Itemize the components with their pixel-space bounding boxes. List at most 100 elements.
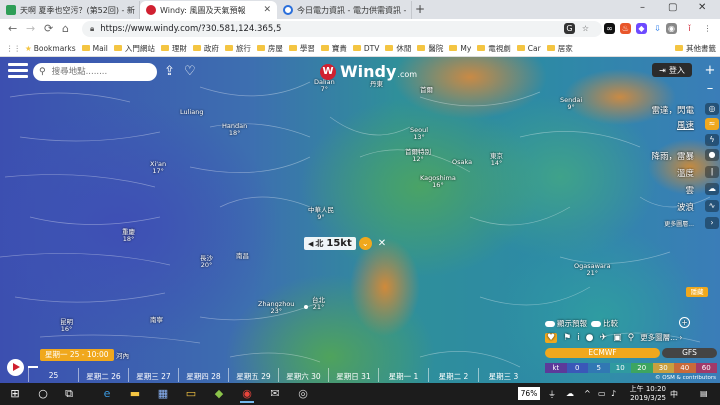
bookmark-folder[interactable]: 入門網站 <box>113 43 155 54</box>
close-tab-icon[interactable]: ✕ <box>406 5 411 15</box>
zoom-in-icon[interactable]: + <box>704 64 716 77</box>
battery-indicator[interactable]: 76% <box>518 387 540 400</box>
chevron-up-icon[interactable]: ^ <box>584 389 591 398</box>
download-icon[interactable]: ⇩ <box>652 23 663 34</box>
url-bar[interactable]: 🔒︎ https://www.windy.com/?30.581,124.365… <box>82 21 602 37</box>
extension-shield-icon[interactable]: ◆ <box>636 23 647 34</box>
city-label[interactable]: Handan 18° <box>222 123 247 137</box>
info-icon[interactable]: ⅰ <box>577 333 580 343</box>
city-label[interactable]: 中華人民 9° <box>308 207 334 221</box>
close-tab-icon[interactable]: ✕ <box>259 5 271 15</box>
bookmark-folder[interactable]: 學習 <box>288 43 315 54</box>
timeline-day[interactable]: 星期一 1 <box>378 368 428 382</box>
city-label[interactable]: Seoul 13° <box>410 127 428 141</box>
login-button[interactable]: ⇥ 登入 <box>652 63 692 77</box>
timeline-day[interactable]: 星期六 30 <box>278 368 328 382</box>
city-label[interactable]: Ogasawara 21° <box>574 263 611 277</box>
profile-icon[interactable]: ǐ <box>684 23 695 34</box>
plane-icon[interactable]: ✈ <box>600 333 608 343</box>
waves-icon[interactable]: ∿ <box>705 200 719 212</box>
more-layers-icon[interactable]: › <box>705 217 719 229</box>
timeline-day[interactable]: 星期二 26 <box>78 368 128 382</box>
zoom-plus-circle-icon[interactable]: + <box>679 317 690 328</box>
back-icon[interactable]: ← <box>8 22 17 35</box>
timeline[interactable]: 25 星期二 26 星期三 27 星期四 28 星期五 29 星期六 30 星期… <box>28 368 528 382</box>
city-label[interactable]: Dalian 7° <box>314 79 335 93</box>
edge-browser-icon[interactable]: e <box>100 387 114 401</box>
other-bookmarks-folder[interactable]: 其他書籤 <box>675 43 716 54</box>
windy-logo[interactable]: W Windy .com <box>320 62 417 81</box>
layer-temperature[interactable]: 溫度 <box>677 167 694 179</box>
bookmark-folder[interactable]: 理財 <box>160 43 187 54</box>
tab-windy[interactable]: Windy: 風圖及天氣預報 ✕ <box>140 1 277 19</box>
notification-icon[interactable]: ▤ <box>700 389 708 398</box>
city-label[interactable]: Osaka <box>452 159 472 166</box>
show-forecast-toggle[interactable]: 顯示預報 <box>545 318 587 329</box>
search-input[interactable] <box>49 66 150 78</box>
city-label[interactable]: 台北 21° <box>312 297 325 311</box>
city-label[interactable]: 河內 <box>116 353 129 360</box>
favorite-heart-icon[interactable]: ♡ <box>184 64 196 79</box>
language-indicator[interactable]: 中 <box>670 389 678 400</box>
lightning-icon[interactable]: ϟ <box>705 134 719 146</box>
city-label[interactable]: Sendai 9° <box>560 97 582 111</box>
city-label[interactable]: 長沙 20° <box>200 255 213 269</box>
compare-toggle[interactable]: 比較 <box>591 318 618 329</box>
timeline-day[interactable]: 星期日 31 <box>328 368 378 382</box>
onedrive-icon[interactable]: ☁ <box>566 389 574 398</box>
volume-icon[interactable]: ♪ <box>611 389 616 398</box>
search-icon[interactable]: ○ <box>36 387 50 401</box>
forward-icon[interactable]: → <box>26 22 35 35</box>
time-badge[interactable]: 星期一 25 - 10:00 <box>40 349 114 361</box>
zoom-out-icon[interactable]: – <box>704 82 716 95</box>
layer-radar[interactable]: 雷達，閃電 <box>651 104 694 116</box>
play-icon[interactable] <box>7 359 24 376</box>
city-label[interactable]: 昆明 16° <box>60 319 73 333</box>
bookmark-folder[interactable]: 房屋 <box>256 43 283 54</box>
extension-glasses-icon[interactable]: ∞ <box>604 23 615 34</box>
bookmark-folder[interactable]: 醫院 <box>417 43 443 54</box>
city-label[interactable]: 丹東 <box>370 81 383 88</box>
menu-dots-icon[interactable]: ⋮ <box>702 23 713 34</box>
camera-icon[interactable]: ▣ <box>613 333 622 343</box>
chevron-right-icon[interactable]: › <box>679 333 682 342</box>
city-label[interactable]: 首爾特別 12° <box>405 149 431 163</box>
bookmark-folder[interactable]: 寶貴 <box>320 43 347 54</box>
chrome-icon[interactable]: ◉ <box>240 387 254 403</box>
menu-hamburger-icon[interactable] <box>8 63 28 79</box>
heart-icon[interactable]: ♥ <box>545 332 558 343</box>
wind-readout[interactable]: ◀ 北 15kt <box>304 237 356 250</box>
url-text[interactable]: https://www.windy.com/?30.581,124.365,5 <box>100 24 281 34</box>
maximize-button[interactable]: ▢ <box>668 2 677 13</box>
star-icon[interactable]: ☆ <box>580 23 591 34</box>
share-icon[interactable]: ⇪ <box>164 64 175 79</box>
translate-icon[interactable]: G <box>564 23 575 34</box>
app-disc-icon[interactable]: ◎ <box>296 387 310 401</box>
bookmark-star-item[interactable]: ★ Bookmarks <box>25 44 76 53</box>
bookmark-folder[interactable]: DTV <box>352 44 379 53</box>
apps-icon[interactable]: ⋮⋮ <box>6 44 21 53</box>
extension-gray-icon[interactable]: ◉ <box>666 23 677 34</box>
city-label[interactable]: Kagoshima 16° <box>420 175 456 189</box>
task-view-icon[interactable]: ⧉ <box>62 387 76 401</box>
more-layers-link[interactable]: 更多圖層... <box>640 332 677 343</box>
bookmark-folder[interactable]: 電視劇 <box>477 43 511 54</box>
network-icon[interactable]: ▭ <box>598 389 606 398</box>
rain-drop-icon[interactable]: ● <box>705 149 719 161</box>
reload-icon[interactable]: ⟳ <box>44 22 53 35</box>
extension-fire-icon[interactable]: ♨ <box>620 23 631 34</box>
store-icon[interactable]: ▦ <box>156 387 170 401</box>
pin-icon[interactable]: ⚲ <box>628 333 635 343</box>
city-label[interactable]: Xi'an 17° <box>150 161 166 175</box>
tab-airpollution[interactable]: 天啊 夏季也空污？(第52回) - 新 ✕ <box>0 1 140 19</box>
layer-rain[interactable]: 降雨，雷暴 <box>651 150 694 162</box>
city-label[interactable]: 東京 14° <box>490 153 503 167</box>
flag-icon[interactable]: ⚑ <box>563 333 571 343</box>
layer-clouds[interactable]: 雲 <box>685 184 694 196</box>
close-marker-icon[interactable]: ✕ <box>378 238 386 249</box>
clock[interactable]: 上午 10:20 2019/3/25 <box>622 385 666 403</box>
cloud-icon[interactable]: ☁ <box>705 183 719 195</box>
hide-button[interactable]: 隱藏 <box>686 287 708 297</box>
city-label[interactable]: Luliang <box>180 109 203 116</box>
new-tab-button[interactable]: + <box>415 2 425 16</box>
